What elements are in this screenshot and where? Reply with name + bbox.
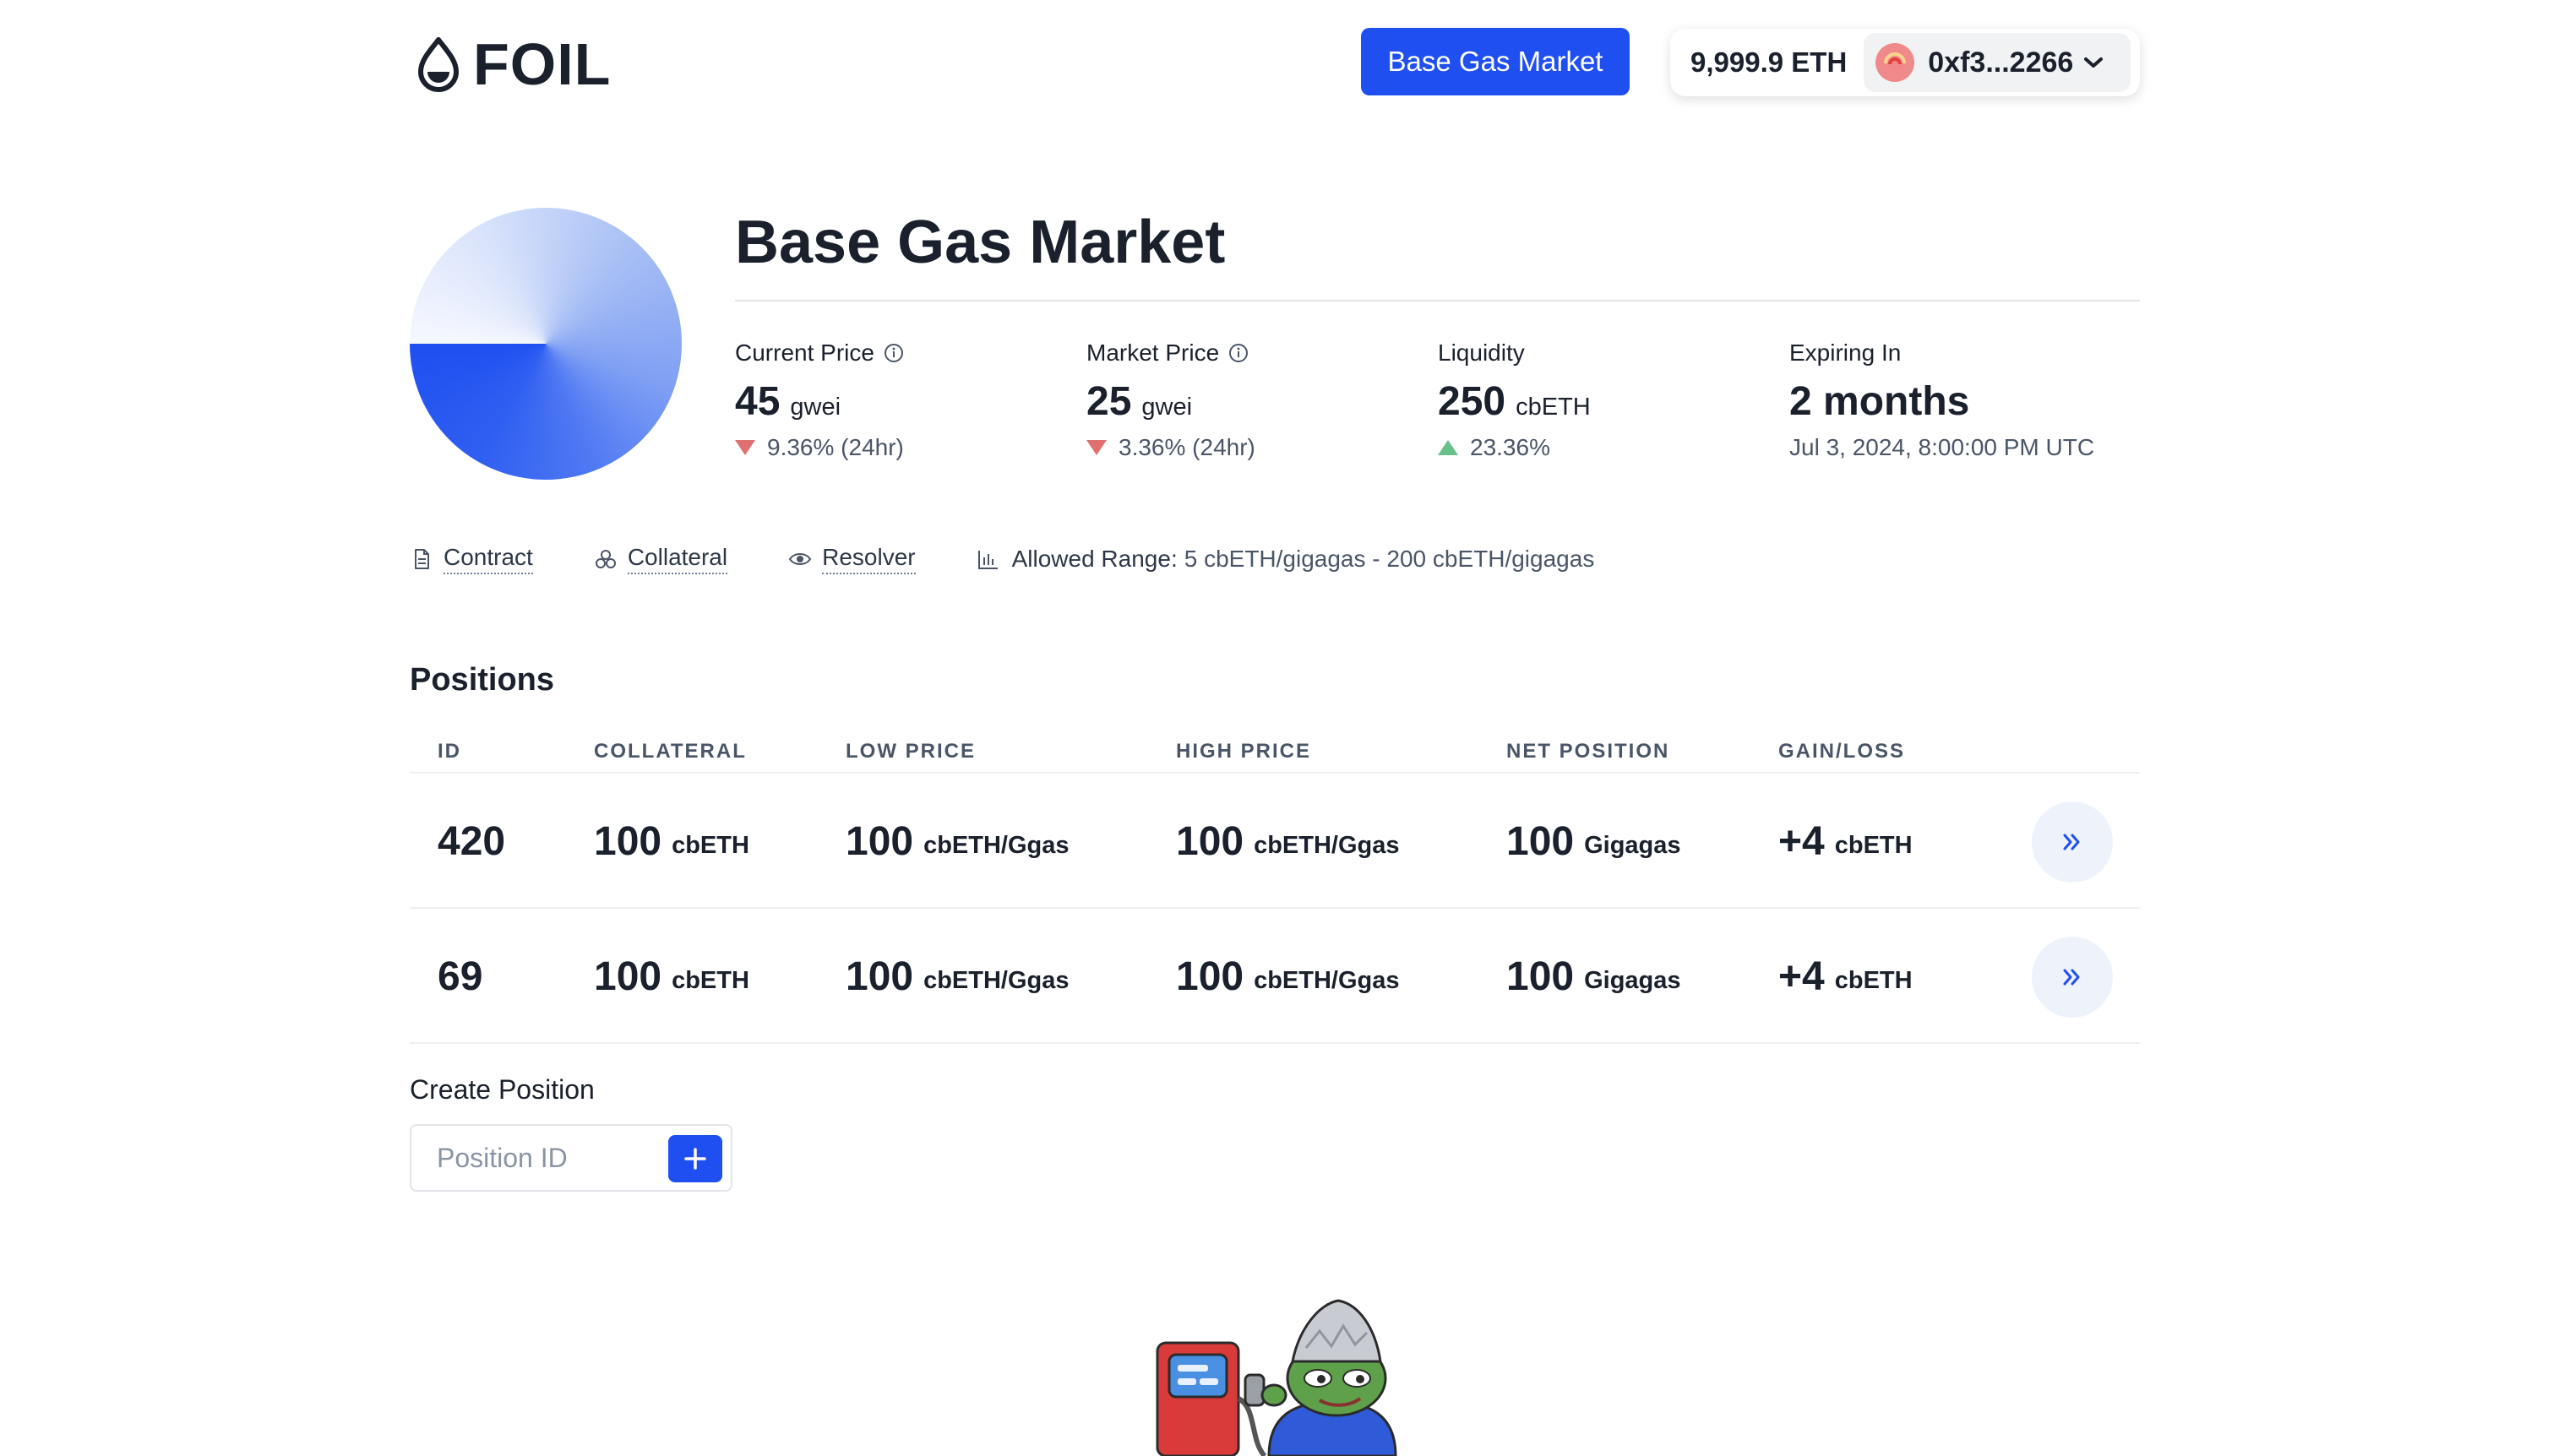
column-header-high-price: HIGH PRICE <box>1176 740 1312 763</box>
double-chevron-right-icon <box>2063 834 2080 850</box>
positions-table: ID COLLATERAL LOW PRICE HIGH PRICE NET P… <box>410 735 2140 1044</box>
wallet-widget: 9,999.9 ETH 0xf3...2266 <box>1670 29 2140 96</box>
foil-logo[interactable]: FOIL <box>414 31 612 97</box>
plus-icon <box>684 1148 706 1170</box>
avatar <box>1875 43 1915 82</box>
gain-loss-unit: cbETH <box>1834 966 1913 994</box>
stat-market-price: Market Price 25 gwei 3.36% (24hr) <box>1086 336 1424 461</box>
open-position-button[interactable] <box>2032 937 2113 1018</box>
stat-label: Liquidity <box>1438 340 1525 366</box>
position-id: 69 <box>438 953 483 999</box>
bar-chart-icon <box>977 551 998 569</box>
add-position-button[interactable] <box>668 1135 722 1182</box>
stat-label: Market Price <box>1086 340 1220 366</box>
chevron-down-icon <box>2084 57 2104 68</box>
market-links: Contract Collateral Resolver Allowed Ran… <box>410 541 1594 578</box>
contract-link[interactable]: Contract <box>410 544 533 574</box>
trend-down-icon <box>1086 440 1107 455</box>
trend-up-icon <box>1438 440 1458 455</box>
net-position-unit: Gigagas <box>1584 831 1681 859</box>
allowed-range-value: 5 cbETH/gigagas - 200 cbETH/gigagas <box>1184 546 1595 572</box>
page-title: Base Gas Market <box>735 209 1226 276</box>
stat-liquidity: Liquidity 250 cbETH 23.36% <box>1438 336 1776 461</box>
stat-change: 3.36% (24hr) <box>1119 434 1255 460</box>
column-header-low-price: LOW PRICE <box>846 740 976 763</box>
high-price-unit: cbETH/Ggas <box>1254 966 1400 994</box>
collateral-link[interactable]: Collateral <box>594 544 728 574</box>
gain-loss-value: +4 <box>1778 818 1825 864</box>
avatar-rainbow-icon <box>1884 52 1907 65</box>
allowed-range: Allowed Range: 5 cbETH/gigagas - 200 cbE… <box>977 546 1595 573</box>
stat-label: Expiring In <box>1789 340 1902 366</box>
drop-logo-icon <box>418 37 459 92</box>
stat-value: 250 <box>1438 379 1506 424</box>
market-avatar-gradient <box>410 208 682 480</box>
info-icon[interactable] <box>1228 342 1249 364</box>
collateral-value: 100 <box>594 818 662 864</box>
stat-label: Current Price <box>735 340 874 366</box>
high-price-unit: cbETH/Ggas <box>1254 831 1400 859</box>
collateral-unit: cbETH <box>672 966 749 994</box>
table-header: ID COLLATERAL LOW PRICE HIGH PRICE NET P… <box>410 735 2140 774</box>
collateral-value: 100 <box>594 953 662 999</box>
wallet-balance: 9,999.9 ETH <box>1690 46 1848 78</box>
logo-text: FOIL <box>473 31 612 97</box>
stat-change: 9.36% (24hr) <box>767 434 904 460</box>
expiry-date: Jul 3, 2024, 8:00:00 PM UTC <box>1789 434 2095 460</box>
position-id: 420 <box>438 818 506 864</box>
low-price-unit: cbETH/Ggas <box>923 966 1070 994</box>
low-price-value: 100 <box>846 953 914 999</box>
stat-current-price: Current Price 45 gwei 9.36% (24hr) <box>735 336 1073 461</box>
resolver-link-label: Resolver <box>822 544 916 574</box>
column-header-id: ID <box>438 740 461 763</box>
stat-value: 25 <box>1086 379 1132 424</box>
allowed-range-label: Allowed Range: <box>1011 546 1178 572</box>
column-header-collateral: COLLATERAL <box>594 740 747 763</box>
contract-link-label: Contract <box>444 544 533 574</box>
collateral-link-label: Collateral <box>627 544 728 574</box>
stat-unit: cbETH <box>1516 394 1591 421</box>
document-icon <box>415 549 429 569</box>
net-position-unit: Gigagas <box>1584 966 1681 994</box>
account-button[interactable]: 0xf3...2266 <box>1864 33 2131 92</box>
resolver-link[interactable]: Resolver <box>788 544 916 574</box>
column-header-gain-loss: GAIN/LOSS <box>1778 740 1906 763</box>
gain-loss-value: +4 <box>1778 953 1825 999</box>
wallet-address: 0xf3...2266 <box>1928 46 2074 79</box>
header: FOIL Base Gas Market 9,999.9 ETH 0xf3...… <box>0 0 2553 127</box>
open-position-button[interactable] <box>2032 801 2113 883</box>
table-row[interactable]: 420 100 cbETH 100 cbETH/Ggas 100 cbETH/G… <box>410 774 2140 909</box>
low-price-unit: cbETH/Ggas <box>923 831 1070 859</box>
create-position-form <box>410 1124 732 1192</box>
gain-loss-unit: cbETH <box>1834 831 1913 859</box>
stat-value: 45 <box>735 379 781 424</box>
table-row[interactable]: 69 100 cbETH 100 cbETH/Ggas 100 cbETH/Gg… <box>410 909 2140 1044</box>
info-icon[interactable] <box>883 342 905 364</box>
low-price-value: 100 <box>846 818 914 864</box>
high-price-value: 100 <box>1176 953 1244 999</box>
positions-heading: Positions <box>410 662 555 698</box>
base-gas-market-button[interactable]: Base Gas Market <box>1361 28 1630 95</box>
divider <box>735 300 2140 302</box>
collateral-unit: cbETH <box>672 831 749 859</box>
create-position-label: Create Position <box>410 1074 595 1105</box>
trend-down-icon <box>735 440 755 455</box>
coins-icon <box>595 550 616 568</box>
gas-pump-mascot-illustration <box>1156 1299 1397 1456</box>
net-position-value: 100 <box>1506 818 1575 864</box>
eye-icon <box>788 553 812 565</box>
double-chevron-right-icon <box>2063 969 2080 986</box>
stat-value: 2 months <box>1789 379 1970 424</box>
stat-change: 23.36% <box>1470 434 1550 460</box>
net-position-value: 100 <box>1506 953 1575 999</box>
stat-unit: gwei <box>790 394 841 421</box>
column-header-net-position: NET POSITION <box>1506 740 1670 763</box>
stat-unit: gwei <box>1141 394 1193 421</box>
high-price-value: 100 <box>1176 818 1244 864</box>
position-id-input[interactable] <box>437 1126 648 1190</box>
stat-expiring-in: Expiring In 2 months Jul 3, 2024, 8:00:0… <box>1789 336 2127 461</box>
